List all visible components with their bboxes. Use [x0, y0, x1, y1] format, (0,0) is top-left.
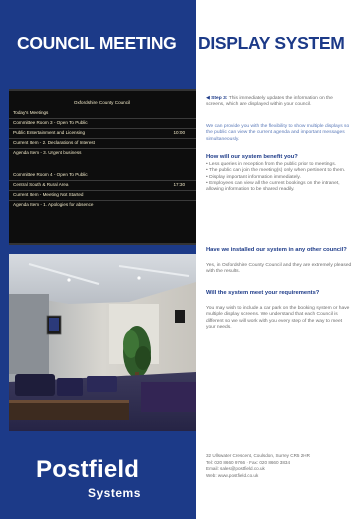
- installed-answer: Yes, in Oxfordshire County Council and t…: [206, 263, 352, 275]
- board-row: Current Item - 2. Declarations of Intere…: [13, 139, 191, 146]
- board-row: Central South & Rural Area 17:30: [13, 181, 191, 188]
- heading-installed: Have we installed our system in any othe…: [206, 247, 347, 253]
- board-row: Current Item - Meeting Not Started: [13, 191, 191, 198]
- systems-logo-text: Systems: [88, 486, 141, 500]
- board-row-label: Current Item - Meeting Not Started: [13, 192, 84, 197]
- board-row-label: Central South & Rural Area: [13, 182, 69, 187]
- board-row: Agenda Item - 3. Urgent business: [13, 149, 191, 156]
- heading-requirements: Will the system meet your requirements?: [206, 290, 320, 296]
- board-row-time: 10:00: [173, 130, 186, 135]
- board-row-label: Agenda Item - 3. Urgent business: [13, 150, 82, 155]
- list-item-text: Employees can view all the current booki…: [206, 180, 340, 193]
- contact-details: 32 Ullswater Crescent, Coulsdon, Surrey …: [206, 453, 352, 479]
- board-heading: Oxfordshire County Council: [73, 100, 131, 105]
- title-display-system: DISPLAY SYSTEM: [198, 33, 345, 53]
- board-row-label: Today's Meetings: [13, 110, 49, 115]
- contact-address: 32 Ullswater Crescent, Coulsdon, Surrey …: [206, 453, 310, 458]
- board-row: Agenda Item - 1. Apologies for absence: [13, 201, 191, 208]
- benefit-list: • Less queries in reception from the pub…: [206, 162, 352, 193]
- contact-phone: Tel: 020 8660 9766 · Fax: 020 8660 3834: [206, 459, 291, 465]
- board-row: Committee Room 4 - Open To Public: [13, 171, 191, 178]
- contact-email: Email: sales@postfield.co.uk: [206, 466, 265, 472]
- header-banner: COUNCIL MEETING DISPLAY SYSTEM: [0, 0, 355, 80]
- list-item-text: The public can join the meeting(s) only …: [208, 168, 346, 174]
- board-row-label: Current Item - 2. Declarations of Intere…: [13, 140, 95, 145]
- list-item-text: Less queries in reception from the publi…: [209, 162, 337, 167]
- board-row: Today's Meetings: [13, 109, 191, 116]
- step-paragraph: ◀ Step 3: This immediately updates the i…: [206, 96, 352, 109]
- title-council-meeting: COUNCIL MEETING: [17, 33, 177, 53]
- council-chamber-photo: [9, 254, 196, 431]
- board-row-label: Agenda Item - 1. Apologies for absence: [13, 202, 94, 207]
- flexibility-paragraph: We can provide you with the flexibility …: [206, 124, 350, 142]
- list-item-text: Display important information immediatel…: [209, 174, 301, 180]
- board-row: Committee Room 3 - Open To Public: [13, 119, 191, 126]
- postfield-logo: Postfield: [36, 456, 140, 483]
- heading-benefit: How will our system benefit you?: [206, 154, 298, 160]
- contact-web: Web: www.postfield.co.uk: [206, 472, 259, 478]
- step-label: Step 3:: [211, 96, 228, 101]
- board-row-label: Public Entertainment and Licensing: [13, 130, 86, 135]
- requirements-answer: You may wish to include a car park on th…: [206, 306, 350, 330]
- board-row: Public Entertainment and Licensing 10:00: [13, 129, 191, 136]
- board-row-label: Committee Room 3 - Open To Public: [13, 120, 88, 125]
- list-item: • Employees can view all the current boo…: [206, 180, 340, 193]
- meeting-display-board: Oxfordshire County Council Today's Meeti…: [9, 89, 196, 245]
- board-row-label: Committee Room 4 - Open To Public: [13, 172, 88, 177]
- board-row-time: 17:30: [173, 182, 186, 187]
- brochure-page: COUNCIL MEETING DISPLAY SYSTEM Oxfordshi…: [0, 0, 355, 519]
